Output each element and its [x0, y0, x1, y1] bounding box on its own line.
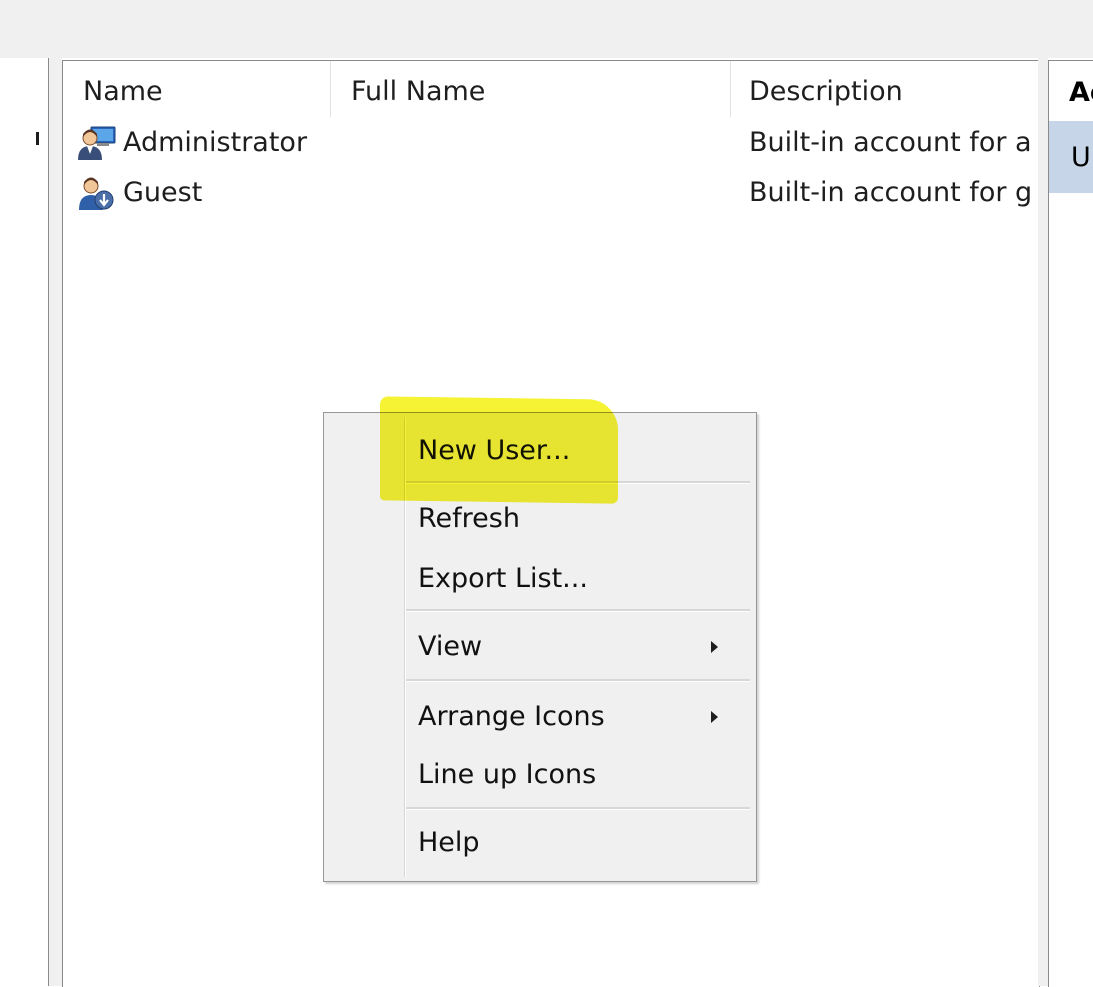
list-item[interactable]: Administrator Built-in account for a — [63, 117, 1039, 167]
submenu-arrow-icon — [711, 641, 718, 653]
column-header-name[interactable]: Name — [63, 61, 331, 117]
submenu-arrow-icon — [711, 711, 718, 723]
actions-pane: Ac U — [1048, 60, 1093, 987]
pane-splitter-right[interactable] — [1038, 58, 1048, 986]
pane-splitter-left[interactable] — [49, 58, 62, 986]
menu-item-export-list[interactable]: Export List... — [406, 553, 752, 605]
list-item[interactable]: Guest Built-in account for g — [63, 167, 1039, 217]
highlighter-annotation — [380, 396, 618, 504]
menu-separator — [406, 679, 750, 682]
menu-separator — [406, 807, 750, 810]
menu-item-arrange-icons[interactable]: Arrange Icons — [406, 691, 752, 743]
actions-header: Ac — [1069, 77, 1093, 108]
menu-item-arrange-icons-label: Arrange Icons — [418, 701, 605, 732]
list-header: Name Full Name Description — [63, 61, 1039, 117]
menu-item-view[interactable]: View — [406, 621, 752, 673]
column-header-description[interactable]: Description — [731, 61, 1039, 117]
toolbar-area — [0, 0, 1093, 58]
column-header-full-name[interactable]: Full Name — [331, 61, 731, 117]
console-tree-pane[interactable] — [0, 58, 49, 986]
admin-user-icon — [78, 126, 116, 160]
user-name: Administrator — [123, 127, 308, 158]
menu-item-help[interactable]: Help — [406, 817, 752, 869]
tree-item-fragment — [36, 132, 39, 145]
menu-separator — [406, 609, 750, 612]
menu-item-line-up-icons[interactable]: Line up Icons — [406, 749, 752, 801]
user-description: Built-in account for g — [749, 177, 1033, 208]
actions-section-users[interactable]: U — [1049, 121, 1093, 193]
guest-user-icon — [79, 177, 114, 210]
user-description: Built-in account for a — [749, 127, 1032, 158]
menu-item-view-label: View — [418, 631, 483, 662]
user-name: Guest — [123, 177, 203, 208]
